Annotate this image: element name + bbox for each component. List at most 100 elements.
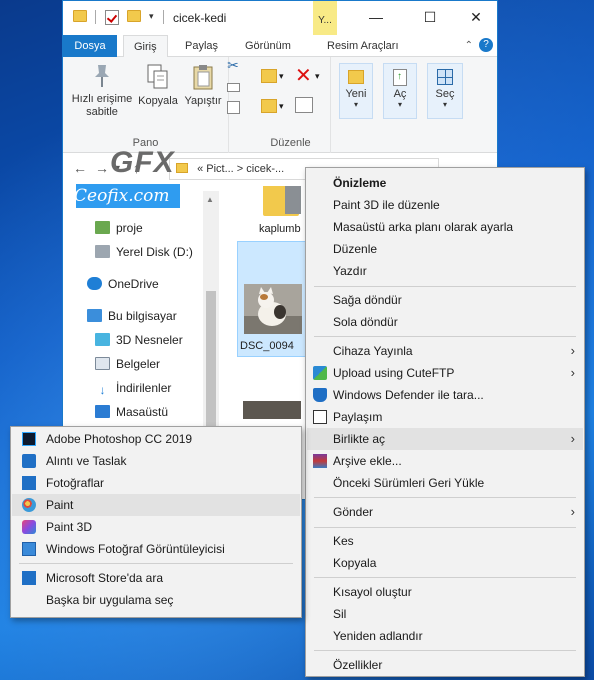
chevron-up-icon[interactable]: ⌃ — [465, 40, 473, 51]
paste-icon — [193, 65, 213, 90]
copy-button[interactable]: Kopyala — [137, 63, 179, 108]
maximize-button[interactable]: ☐ — [407, 1, 453, 33]
context-menu-item[interactable]: Cihaza Yayınla › — [307, 340, 583, 362]
folder-icon — [73, 10, 87, 22]
context-menu-item[interactable]: Paint 3D ile düzenle — [307, 194, 583, 216]
paint3d-icon — [22, 520, 36, 534]
pin-quick-access-button[interactable]: Hızlı erişime sabitle — [67, 63, 137, 119]
close-button[interactable]: ✕ — [453, 1, 497, 33]
divider — [163, 10, 164, 24]
move-to-icon[interactable] — [261, 69, 277, 83]
tab-home[interactable]: Giriş — [123, 35, 168, 58]
open-with-item[interactable]: Microsoft Store'da ara — [12, 567, 300, 589]
menu-item-label: Kes — [333, 534, 354, 548]
nav-label: Yerel Disk (D:) — [116, 245, 193, 259]
tab-picture-tools[interactable]: Resim Araçları — [317, 35, 409, 57]
chevron-down-icon[interactable]: ▾ — [279, 71, 284, 82]
nav-item-desktop[interactable]: Masaüstü — [95, 402, 168, 422]
copy-to-icon[interactable] — [261, 99, 277, 113]
context-menu-item[interactable]: Kes — [307, 530, 583, 552]
help-icon[interactable]: ? — [479, 38, 493, 52]
nav-item-documents[interactable]: Belgeler — [95, 354, 160, 374]
cut-button[interactable]: ✂ — [223, 58, 243, 74]
properties-icon[interactable] — [105, 10, 119, 25]
menu-item-label: Düzenle — [333, 242, 378, 256]
nav-item-this-pc[interactable]: Bu bilgisayar — [87, 306, 177, 326]
nav-item-onedrive[interactable]: OneDrive — [87, 274, 159, 294]
menu-item-label: Alıntı ve Taslak — [46, 454, 127, 468]
winrar-icon — [313, 454, 327, 468]
context-menu-item[interactable]: Gönder › — [307, 501, 583, 523]
open-with-item[interactable]: Paint — [12, 494, 300, 516]
window-title: cicek-kedi — [173, 11, 227, 25]
nav-item-local-disk-d[interactable]: Yerel Disk (D:) — [95, 242, 193, 262]
context-menu-item[interactable]: Arşive ekle... — [307, 450, 583, 472]
context-menu-item[interactable]: Önceki Sürümleri Geri Yükle — [307, 472, 583, 494]
nav-item-downloads[interactable]: ↓ İndirilenler — [95, 378, 172, 398]
nav-label: Bu bilgisayar — [108, 309, 177, 323]
nav-item-proje[interactable]: proje — [95, 218, 143, 238]
menu-separator — [314, 650, 576, 651]
copy-path-icon[interactable] — [227, 83, 240, 92]
new-button[interactable]: Yeni ▾ — [339, 63, 373, 119]
menu-separator — [314, 577, 576, 578]
nav-item-3d-objects[interactable]: 3D Nesneler — [95, 330, 183, 350]
open-with-item[interactable]: Fotoğraflar — [12, 472, 300, 494]
menu-item-label: Kısayol oluştur — [333, 585, 412, 599]
context-menu-item[interactable]: Windows Defender ile tara... — [307, 384, 583, 406]
context-menu-item[interactable]: Düzenle — [307, 238, 583, 260]
context-menu-item[interactable]: Önizleme — [307, 172, 583, 194]
context-menu-item[interactable]: Sola döndür — [307, 311, 583, 333]
open-with-item[interactable]: Windows Fotoğraf Görüntüleyicisi — [12, 538, 300, 560]
context-menu-item[interactable]: Paylaşım — [307, 406, 583, 428]
paste-label: Yapıştır — [184, 95, 222, 107]
context-menu-item[interactable]: Sil — [307, 603, 583, 625]
scrollbar-thumb[interactable] — [206, 291, 216, 431]
paste-shortcut-icon[interactable] — [227, 101, 240, 114]
scroll-up-icon[interactable]: ▲ — [206, 195, 214, 204]
context-menu-item[interactable]: Yazdır — [307, 260, 583, 282]
context-menu: Önizleme Paint 3D ile düzenle Masaüstü ark… — [305, 167, 585, 677]
open-with-item[interactable]: Paint 3D — [12, 516, 300, 538]
select-label: Seç — [435, 88, 455, 100]
customize-toolbar-icon[interactable]: ▾ — [149, 11, 154, 27]
open-with-item[interactable]: Alıntı ve Taslak — [12, 450, 300, 472]
picture-tools-contextual-tab[interactable]: Y... — [313, 1, 337, 35]
tab-share[interactable]: Paylaş — [175, 35, 228, 57]
chevron-down-icon: ▾ — [397, 100, 402, 109]
file-name-kaplumb[interactable]: kaplumb — [259, 223, 301, 235]
minimize-button[interactable]: — — [353, 1, 399, 33]
organize-group-label: Düzenle — [270, 137, 311, 149]
context-menu-item[interactable]: Birlikte aç › — [307, 428, 583, 450]
menu-item-label: Adobe Photoshop CC 2019 — [46, 432, 193, 446]
context-menu-item[interactable]: Kısayol oluştur — [307, 581, 583, 603]
new-label: Yeni — [345, 88, 367, 100]
open-with-item[interactable]: Adobe Photoshop CC 2019 — [12, 428, 300, 450]
3d-objects-icon — [95, 333, 110, 346]
tab-file[interactable]: Dosya — [63, 35, 117, 57]
chevron-down-icon[interactable]: ▾ — [315, 71, 320, 82]
menu-item-label: Birlikte aç — [333, 432, 386, 446]
select-icon — [437, 69, 453, 85]
context-menu-item[interactable]: Yeniden adlandır — [307, 625, 583, 647]
paste-button[interactable]: Yapıştır — [181, 63, 225, 108]
context-menu-item[interactable]: Kopyala — [307, 552, 583, 574]
menu-item-label: Sil — [333, 607, 347, 621]
pin-icon — [95, 65, 109, 87]
select-button[interactable]: Seç ▾ — [427, 63, 463, 119]
delete-icon[interactable]: ✕ — [295, 63, 312, 88]
open-button[interactable]: ↑ Aç ▾ — [383, 63, 417, 119]
selected-file[interactable]: DSC_0094 — [237, 241, 315, 357]
context-menu-item[interactable]: Sağa döndür — [307, 289, 583, 311]
rename-icon[interactable] — [295, 97, 313, 113]
tab-view[interactable]: Görünüm — [235, 35, 301, 57]
menu-item-label: Paint 3D — [46, 520, 93, 534]
context-menu-item[interactable]: Upload using CuteFTP › — [307, 362, 583, 384]
ceofix-watermark: GFX Ceofix.com — [74, 146, 192, 212]
context-menu-item[interactable]: Masaüstü arka planı olarak ayarla — [307, 216, 583, 238]
context-menu-item[interactable]: Özellikler — [307, 654, 583, 676]
chevron-down-icon[interactable]: ▾ — [279, 101, 284, 112]
photoshop-icon — [22, 432, 36, 446]
new-folder-icon[interactable] — [127, 10, 141, 22]
open-with-item[interactable]: Başka bir uygulama seç — [12, 589, 300, 611]
